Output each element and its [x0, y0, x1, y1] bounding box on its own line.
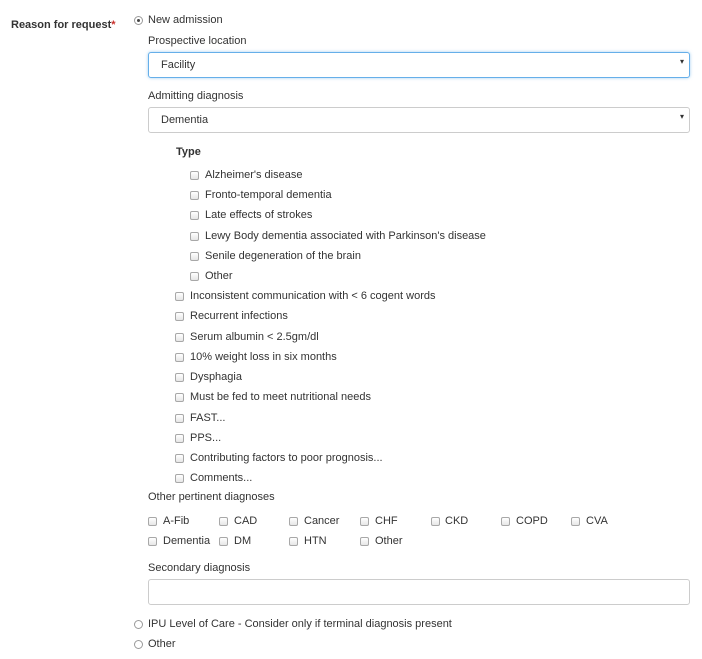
- type-label-senile-degeneration: Senile degeneration of the brain: [205, 250, 361, 262]
- reason-for-request-label: Reason for request*: [11, 19, 116, 31]
- criteria-checkbox-communication[interactable]: [175, 292, 184, 301]
- prospective-location-label: Prospective location: [148, 35, 247, 47]
- criteria-checkbox-fast[interactable]: [175, 414, 184, 423]
- secondary-diagnosis-input[interactable]: [148, 579, 690, 605]
- pertinent-label-ckd: CKD: [445, 515, 469, 527]
- pertinent-label-cva: CVA: [586, 515, 608, 527]
- type-label-lewy-body: Lewy Body dementia associated with Parki…: [205, 230, 486, 242]
- type-label-alzheimers: Alzheimer's disease: [205, 169, 303, 181]
- type-checkbox-lewy-body[interactable]: [190, 232, 199, 241]
- radio-ipu-level-of-care[interactable]: [134, 620, 143, 629]
- criteria-checkbox-dysphagia[interactable]: [175, 373, 184, 382]
- pertinent-checkbox-ckd[interactable]: [431, 517, 440, 526]
- criteria-label-comments: Comments...: [190, 472, 253, 484]
- admitting-diagnosis-value: Dementia: [161, 114, 209, 126]
- criteria-checkbox-pps[interactable]: [175, 434, 184, 443]
- criteria-label-pps: PPS...: [190, 432, 222, 444]
- type-checkbox-late-effects-strokes[interactable]: [190, 211, 199, 220]
- pertinent-checkbox-other[interactable]: [360, 537, 369, 546]
- criteria-checkbox-infections[interactable]: [175, 312, 184, 321]
- criteria-checkbox-contributing-factors[interactable]: [175, 454, 184, 463]
- radio-new-admission[interactable]: [134, 16, 143, 25]
- pertinent-label-chf: CHF: [375, 515, 398, 527]
- criteria-label-weight-loss: 10% weight loss in six months: [190, 351, 337, 363]
- criteria-checkbox-serum-albumin[interactable]: [175, 333, 184, 342]
- pertinent-label-cancer: Cancer: [304, 515, 340, 527]
- criteria-checkbox-comments[interactable]: [175, 474, 184, 483]
- pertinent-checkbox-cad[interactable]: [219, 517, 228, 526]
- pertinent-checkbox-htn[interactable]: [289, 537, 298, 546]
- pertinent-checkbox-cancer[interactable]: [289, 517, 298, 526]
- criteria-label-serum-albumin: Serum albumin < 2.5gm/dl: [190, 331, 319, 343]
- pertinent-label-copd: COPD: [516, 515, 548, 527]
- radio-other-label: Other: [148, 638, 176, 650]
- radio-new-admission-label: New admission: [148, 14, 223, 26]
- criteria-label-infections: Recurrent infections: [190, 310, 288, 322]
- criteria-label-dysphagia: Dysphagia: [190, 371, 242, 383]
- criteria-label-contributing-factors: Contributing factors to poor prognosis..…: [190, 452, 383, 464]
- required-marker: *: [111, 19, 116, 31]
- chevron-down-icon: ▾: [679, 57, 684, 66]
- type-label-other: Other: [205, 270, 233, 282]
- type-checkbox-other[interactable]: [190, 272, 199, 281]
- pertinent-checkbox-cva[interactable]: [571, 517, 580, 526]
- prospective-location-value: Facility: [161, 59, 196, 71]
- criteria-label-communication: Inconsistent communication with < 6 coge…: [190, 290, 436, 302]
- chevron-down-icon: ▾: [679, 112, 684, 121]
- criteria-checkbox-must-be-fed[interactable]: [175, 393, 184, 402]
- pertinent-checkbox-copd[interactable]: [501, 517, 510, 526]
- type-label-late-effects-strokes: Late effects of strokes: [205, 209, 313, 221]
- pertinent-checkbox-dm[interactable]: [219, 537, 228, 546]
- pertinent-label-afib: A-Fib: [163, 515, 190, 527]
- reason-label-text: Reason for request: [11, 19, 112, 31]
- admitting-diagnosis-label: Admitting diagnosis: [148, 90, 244, 102]
- type-label-fronto-temporal: Fronto-temporal dementia: [205, 189, 332, 201]
- radio-ipu-label: IPU Level of Care - Consider only if ter…: [148, 618, 452, 630]
- pertinent-checkbox-dementia[interactable]: [148, 537, 157, 546]
- radio-other[interactable]: [134, 640, 143, 649]
- type-checkbox-senile-degeneration[interactable]: [190, 252, 199, 261]
- secondary-diagnosis-label: Secondary diagnosis: [148, 562, 251, 574]
- type-heading: Type: [176, 146, 201, 158]
- pertinent-label-htn: HTN: [304, 535, 327, 547]
- admitting-diagnosis-select[interactable]: Dementia ▾: [148, 107, 690, 133]
- prospective-location-select[interactable]: Facility ▾: [148, 52, 690, 78]
- other-pertinent-label: Other pertinent diagnoses: [148, 491, 275, 503]
- pertinent-checkbox-chf[interactable]: [360, 517, 369, 526]
- pertinent-label-other: Other: [375, 535, 403, 547]
- pertinent-label-cad: CAD: [234, 515, 258, 527]
- criteria-checkbox-weight-loss[interactable]: [175, 353, 184, 362]
- criteria-label-fast: FAST...: [190, 412, 226, 424]
- pertinent-label-dm: DM: [234, 535, 252, 547]
- type-checkbox-alzheimers[interactable]: [190, 171, 199, 180]
- criteria-label-must-be-fed: Must be fed to meet nutritional needs: [190, 391, 371, 403]
- type-checkbox-fronto-temporal[interactable]: [190, 191, 199, 200]
- pertinent-label-dementia: Dementia: [163, 535, 211, 547]
- pertinent-checkbox-afib[interactable]: [148, 517, 157, 526]
